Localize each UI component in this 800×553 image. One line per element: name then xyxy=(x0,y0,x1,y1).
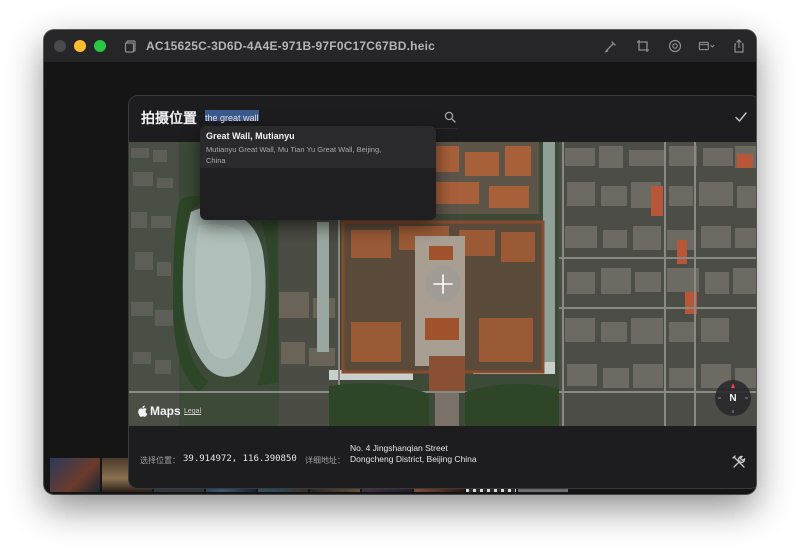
location-dialog: 拍摄位置 the great wall Maps Legal N Great W… xyxy=(128,95,756,489)
window-controls xyxy=(54,40,106,52)
maps-logo-text: Maps xyxy=(150,404,181,418)
share-icon[interactable] xyxy=(730,37,748,55)
crop-icon[interactable] xyxy=(634,37,652,55)
zoom-window-button[interactable] xyxy=(94,40,106,52)
search-icon[interactable] xyxy=(444,110,456,123)
suggestion-title: Great Wall, Mutianyu xyxy=(206,131,295,141)
preview-window: AC15625C-3D6D-4A4E-971B-97F0C17C67BD.hei… xyxy=(44,30,756,494)
tools-icon[interactable] xyxy=(731,454,747,470)
dialog-title: 拍摄位置 xyxy=(141,110,197,126)
checkmark-icon[interactable] xyxy=(733,109,749,125)
suggestion-item[interactable]: Great Wall, Mutianyu Mutianyu Great Wall… xyxy=(200,126,436,168)
coordinates-value: 39.914972, 116.390850 xyxy=(183,454,297,464)
toolbar xyxy=(602,37,748,55)
adjust-icon[interactable] xyxy=(666,37,684,55)
thumbnail[interactable] xyxy=(50,458,100,492)
document-icon[interactable] xyxy=(124,39,138,53)
address-value: No. 4 Jingshanqian Street Dongcheng Dist… xyxy=(350,443,477,464)
search-suggestions: Great Wall, Mutianyu Mutianyu Great Wall… xyxy=(200,126,436,220)
selected-location-label: 选择位置： xyxy=(140,456,180,465)
markup-icon[interactable] xyxy=(602,37,620,55)
address-label: 详细地址： xyxy=(305,456,345,465)
window-title: AC15625C-3D6D-4A4E-971B-97F0C17C67BD.hei… xyxy=(146,39,435,53)
minimize-window-button[interactable] xyxy=(74,40,86,52)
location-footer: 选择位置： 39.914972, 116.390850 详细地址： No. 4 … xyxy=(129,426,756,488)
location-search-input[interactable] xyxy=(205,109,457,127)
compass-button[interactable]: N xyxy=(715,380,751,416)
crosshair-icon xyxy=(433,274,453,294)
title-bar: AC15625C-3D6D-4A4E-971B-97F0C17C67BD.hei… xyxy=(44,30,756,62)
apple-logo-icon xyxy=(138,405,148,417)
location-pin[interactable] xyxy=(425,266,461,302)
close-window-button[interactable] xyxy=(54,40,66,52)
suggestion-subtitle: Mutianyu Great Wall, Mu Tian Yu Great Wa… xyxy=(206,145,382,165)
apple-maps-logo: Maps xyxy=(138,404,181,418)
compass-icon xyxy=(718,383,748,413)
share-menu-icon[interactable] xyxy=(698,37,716,55)
legal-link[interactable]: Legal xyxy=(184,408,201,415)
